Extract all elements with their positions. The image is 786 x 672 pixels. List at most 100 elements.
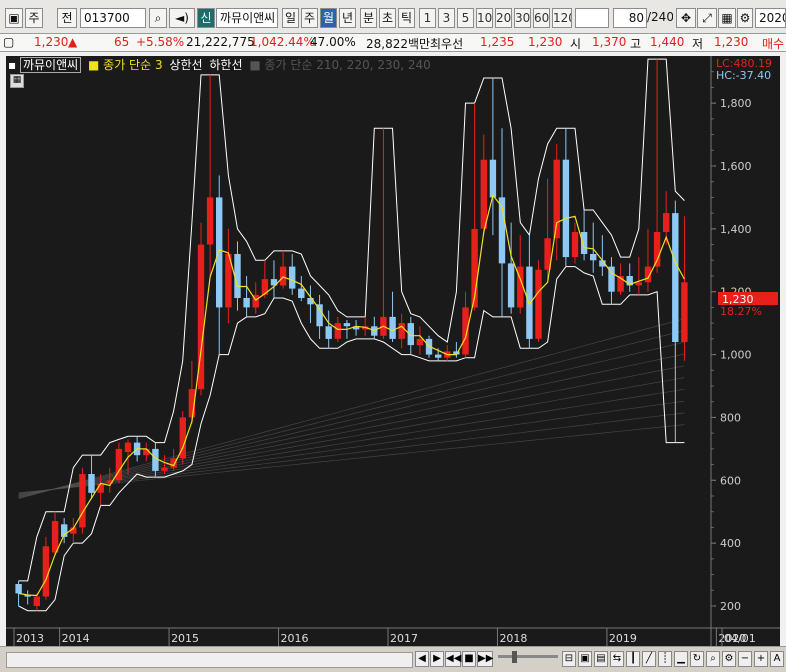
- gear-icon[interactable]: ⚙: [737, 8, 753, 28]
- price-chart[interactable]: 2004006008001,0001,2001,4001,6001,800 20…: [0, 52, 786, 646]
- grid-icon[interactable]: ▦: [718, 8, 736, 28]
- candle-body: [298, 288, 305, 298]
- toolbar: ▣ 주 전 013700 ⌕ ◄) 신 까뮤이앤씨 일 주 월 년 분 초 틱 …: [0, 0, 786, 34]
- period-second[interactable]: 초: [379, 8, 396, 28]
- quote-bar: ▢ 1,230 ▲ 65 +5.58% 21,222,775 1,042.44%…: [0, 34, 786, 52]
- chart-area[interactable]: 2004006008001,0001,2001,4001,6001,800 20…: [0, 52, 786, 646]
- candle-body: [389, 316, 396, 339]
- y-tick-label: 1,600: [720, 160, 752, 173]
- speaker-icon[interactable]: ◄): [169, 8, 195, 28]
- y-tick-label: 1,400: [720, 223, 752, 236]
- hc-label: HC:-37.40: [716, 69, 771, 82]
- candle-body: [325, 326, 332, 339]
- interval-30[interactable]: 30: [514, 8, 531, 28]
- type-select[interactable]: 전: [57, 8, 77, 28]
- scroll-track[interactable]: [6, 652, 413, 668]
- calculator-icon[interactable]: ▦: [10, 74, 24, 88]
- period-minute[interactable]: 분: [360, 8, 377, 28]
- stop-button[interactable]: ■: [462, 651, 476, 667]
- legend-upper[interactable]: 상한선: [169, 58, 202, 72]
- candle-body: [535, 269, 542, 339]
- legend-ma[interactable]: ■ 종가 단순 3: [88, 58, 163, 72]
- interval-120[interactable]: 120: [552, 8, 572, 28]
- code-input[interactable]: 013700: [80, 8, 146, 28]
- candle-body: [279, 266, 287, 286]
- zoom-slider-handle[interactable]: [512, 651, 517, 663]
- candle-body: [416, 338, 424, 346]
- scroll-right-button[interactable]: ▶: [430, 651, 444, 667]
- refresh-icon[interactable]: ↻: [690, 651, 704, 667]
- font-icon[interactable]: A: [770, 651, 784, 667]
- period-week[interactable]: 주: [301, 8, 318, 28]
- interval-3[interactable]: 3: [438, 8, 455, 28]
- candle-body: [33, 596, 40, 606]
- magnify-icon[interactable]: ⌕: [706, 651, 720, 667]
- chart-edit-icon[interactable]: ⤢: [697, 8, 717, 28]
- period-tick[interactable]: 틱: [398, 8, 415, 28]
- zoom-slider[interactable]: [498, 655, 558, 658]
- current-price: 1,230: [34, 35, 69, 49]
- trade-amount: 28,822백만: [366, 37, 431, 51]
- interval-20[interactable]: 20: [495, 8, 512, 28]
- interval-60[interactable]: 60: [533, 8, 550, 28]
- candle-body: [462, 307, 469, 355]
- candle-body: [435, 354, 442, 358]
- y-tick-label: 1,000: [720, 349, 752, 362]
- settings-icon[interactable]: ⚙: [722, 651, 736, 667]
- line-icon[interactable]: ╱: [642, 651, 656, 667]
- interval-1[interactable]: 1: [419, 8, 436, 28]
- legend-ma-set[interactable]: ■ 종가 단순 210, 220, 230, 240: [249, 58, 430, 72]
- market-select[interactable]: 주: [25, 8, 43, 28]
- candle-body: [88, 474, 95, 493]
- candle-body: [216, 197, 223, 308]
- interval-5[interactable]: 5: [457, 8, 474, 28]
- y-tick-label: 200: [720, 600, 741, 613]
- crosshair-icon[interactable]: ✥: [676, 8, 696, 28]
- x-tick-label: 04/01: [724, 632, 756, 645]
- legend-ma-label: 종가 단순 3: [103, 58, 163, 72]
- legend-stock-name[interactable]: 까뮤이앤씨: [19, 57, 82, 73]
- chart-legend: ▪ 까뮤이앤씨 ■ 종가 단순 3 상한선 하한선 ■ 종가 단순 210, 2…: [8, 56, 431, 73]
- search-icon[interactable]: ⌕: [149, 8, 167, 28]
- forward-button[interactable]: ▶▶: [477, 651, 493, 667]
- y-tick-label: 1,800: [720, 97, 752, 110]
- shin-badge[interactable]: 신: [197, 8, 215, 28]
- interval-10[interactable]: 10: [476, 8, 493, 28]
- date-input[interactable]: 2020/: [755, 8, 786, 28]
- candle-body: [15, 584, 22, 594]
- minus-icon[interactable]: −: [738, 651, 752, 667]
- count-input[interactable]: 80: [613, 8, 647, 28]
- bid-price: 1,230: [528, 35, 563, 49]
- candle-body: [681, 282, 688, 342]
- rewind-button[interactable]: ◀◀: [445, 651, 461, 667]
- toggle-icon[interactable]: ⇆: [610, 651, 624, 667]
- period-month[interactable]: 월: [320, 8, 337, 28]
- buy-label[interactable]: 매수: [762, 35, 784, 52]
- status-bar: ◀ ▶ ◀◀ ■ ▶▶ ⊟ ▣ ▤ ⇆ ┃ ╱ ┊ ▁ ↻ ⌕ ⚙ − + A: [0, 646, 786, 672]
- candle-body: [206, 197, 214, 245]
- low-label: 저: [692, 37, 704, 51]
- period-year[interactable]: 년: [339, 8, 356, 28]
- period-day[interactable]: 일: [282, 8, 299, 28]
- scroll-left-button[interactable]: ◀: [415, 651, 429, 667]
- change-value: 65: [114, 35, 130, 49]
- date-axis[interactable]: [6, 628, 711, 646]
- table-icon[interactable]: ▤: [594, 651, 608, 667]
- interval-custom[interactable]: [575, 8, 609, 28]
- y-tick-label: 400: [720, 537, 741, 550]
- candle-body: [289, 266, 296, 289]
- plus-icon[interactable]: +: [754, 651, 768, 667]
- zoom-out-icon[interactable]: ⊟: [562, 651, 576, 667]
- fit-icon[interactable]: ▣: [578, 651, 592, 667]
- legend-lower[interactable]: 하한선: [209, 58, 242, 72]
- bar-icon[interactable]: ▢: [3, 35, 14, 49]
- candle-body: [161, 467, 168, 471]
- candle-body: [562, 159, 570, 258]
- candle-body: [307, 298, 314, 305]
- volume-icon[interactable]: ▁: [674, 651, 688, 667]
- candle-icon[interactable]: ┃: [626, 651, 640, 667]
- window-icon[interactable]: ▣: [5, 8, 23, 28]
- candle-body: [42, 546, 50, 597]
- candle-body: [590, 254, 597, 261]
- bar-icon-2[interactable]: ┊: [658, 651, 672, 667]
